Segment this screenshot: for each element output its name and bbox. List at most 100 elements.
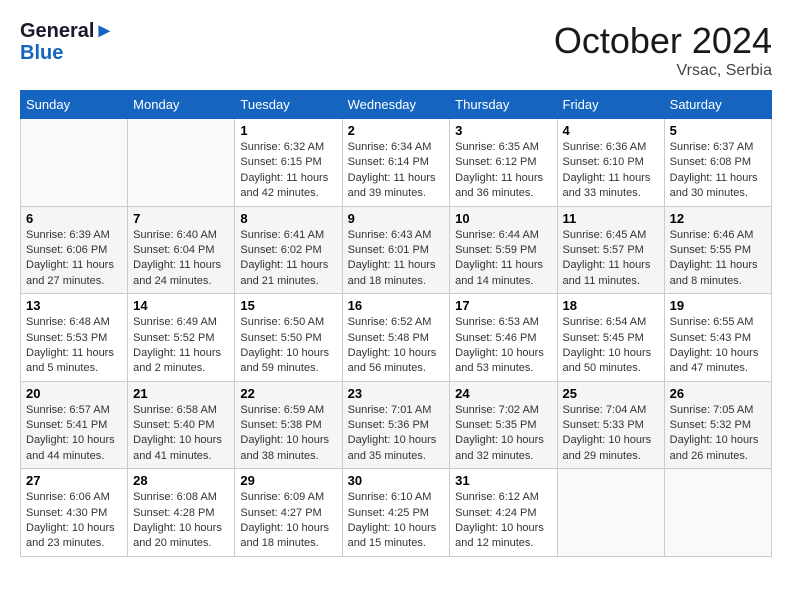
day-info: Sunrise: 6:59 AM Sunset: 5:38 PM Dayligh…	[240, 403, 336, 465]
day-number: 18	[563, 298, 659, 313]
calendar-day-cell: 29Sunrise: 6:09 AM Sunset: 4:27 PM Dayli…	[235, 469, 342, 557]
day-info: Sunrise: 6:49 AM Sunset: 5:52 PM Dayligh…	[133, 315, 229, 377]
calendar-day-cell: 19Sunrise: 6:55 AM Sunset: 5:43 PM Dayli…	[664, 294, 771, 382]
day-number: 3	[455, 123, 551, 138]
month-title: October 2024	[554, 20, 772, 62]
day-number: 31	[455, 473, 551, 488]
logo: General► Blue	[20, 20, 114, 64]
logo-text: General► Blue	[20, 20, 114, 64]
page-header: General► Blue October 2024 Vrsac, Serbia	[20, 20, 772, 80]
calendar-day-cell: 13 Sunrise: 6:48 AM Sunset: 5:53 PM Dayli…	[21, 294, 128, 382]
day-info: Sunrise: 6:43 AM Sunset: 6:01 PM Dayligh…	[348, 228, 445, 290]
calendar-week-row: 1 Sunrise: 6:32 AM Sunset: 6:15 PM Daylig…	[21, 119, 772, 207]
calendar-day-cell: 28 Sunrise: 6:08 AM Sunset: 4:28 PM Dayli…	[128, 469, 235, 557]
calendar-day-cell: 8 Sunrise: 6:41 AM Sunset: 6:02 PM Daylig…	[235, 206, 342, 294]
day-info: Sunrise: 6:46 AM Sunset: 5:55 PM Dayligh…	[670, 228, 766, 290]
calendar-day-cell: 18 Sunrise: 6:54 AM Sunset: 5:45 PM Dayli…	[557, 294, 664, 382]
calendar-day-cell: 3 Sunrise: 6:35 AM Sunset: 6:12 PM Daylig…	[450, 119, 557, 207]
day-info: Sunrise: 6:50 AM Sunset: 5:50 PM Dayligh…	[240, 315, 336, 377]
day-number: 10	[455, 211, 551, 226]
calendar-day-cell: 7 Sunrise: 6:40 AM Sunset: 6:04 PM Daylig…	[128, 206, 235, 294]
day-info: Sunrise: 6:12 AM Sunset: 4:24 PM Dayligh…	[455, 490, 551, 552]
day-info: Sunrise: 6:32 AM Sunset: 6:15 PM Dayligh…	[240, 140, 336, 202]
day-info: Sunrise: 6:10 AM Sunset: 4:25 PM Dayligh…	[348, 490, 445, 552]
day-number: 12	[670, 211, 766, 226]
calendar-day-cell: 27 Sunrise: 6:06 AM Sunset: 4:30 PM Dayli…	[21, 469, 128, 557]
day-number: 27	[26, 473, 122, 488]
day-number: 16	[348, 298, 445, 313]
calendar-day-cell: 30 Sunrise: 6:10 AM Sunset: 4:25 PM Dayli…	[342, 469, 450, 557]
calendar-day-cell: 31 Sunrise: 6:12 AM Sunset: 4:24 PM Dayli…	[450, 469, 557, 557]
calendar-week-row: 6 Sunrise: 6:39 AM Sunset: 6:06 PM Daylig…	[21, 206, 772, 294]
weekday-header-cell: Friday	[557, 91, 664, 119]
calendar-day-cell: 21 Sunrise: 6:58 AM Sunset: 5:40 PM Dayli…	[128, 381, 235, 469]
day-info: Sunrise: 6:06 AM Sunset: 4:30 PM Dayligh…	[26, 490, 122, 552]
calendar-day-cell: 22Sunrise: 6:59 AM Sunset: 5:38 PM Dayli…	[235, 381, 342, 469]
day-number: 21	[133, 386, 229, 401]
calendar-day-cell: 12 Sunrise: 6:46 AM Sunset: 5:55 PM Dayli…	[664, 206, 771, 294]
calendar-day-cell: 6 Sunrise: 6:39 AM Sunset: 6:06 PM Daylig…	[21, 206, 128, 294]
day-info: Sunrise: 6:34 AM Sunset: 6:14 PM Dayligh…	[348, 140, 445, 202]
day-number: 28	[133, 473, 229, 488]
calendar-day-cell: 16 Sunrise: 6:52 AM Sunset: 5:48 PM Dayli…	[342, 294, 450, 382]
calendar-day-cell: 11 Sunrise: 6:45 AM Sunset: 5:57 PM Dayli…	[557, 206, 664, 294]
day-info: Sunrise: 6:52 AM Sunset: 5:48 PM Dayligh…	[348, 315, 445, 377]
weekday-header-cell: Monday	[128, 91, 235, 119]
day-number: 14	[133, 298, 229, 313]
weekday-header-cell: Tuesday	[235, 91, 342, 119]
day-number: 26	[670, 386, 766, 401]
day-info: Sunrise: 6:09 AM Sunset: 4:27 PM Dayligh…	[240, 490, 336, 552]
day-info: Sunrise: 6:45 AM Sunset: 5:57 PM Dayligh…	[563, 228, 659, 290]
day-info: Sunrise: 6:58 AM Sunset: 5:40 PM Dayligh…	[133, 403, 229, 465]
day-number: 8	[240, 211, 336, 226]
day-info: Sunrise: 7:02 AM Sunset: 5:35 PM Dayligh…	[455, 403, 551, 465]
day-number: 19	[670, 298, 766, 313]
location: Vrsac, Serbia	[554, 62, 772, 80]
weekday-header-cell: Sunday	[21, 91, 128, 119]
day-info: Sunrise: 6:08 AM Sunset: 4:28 PM Dayligh…	[133, 490, 229, 552]
day-number: 30	[348, 473, 445, 488]
calendar-day-cell: 24 Sunrise: 7:02 AM Sunset: 5:35 PM Dayli…	[450, 381, 557, 469]
day-info: Sunrise: 6:40 AM Sunset: 6:04 PM Dayligh…	[133, 228, 229, 290]
weekday-header-cell: Wednesday	[342, 91, 450, 119]
calendar-table: SundayMondayTuesdayWednesdayThursdayFrid…	[20, 90, 772, 557]
day-info: Sunrise: 6:39 AM Sunset: 6:06 PM Dayligh…	[26, 228, 122, 290]
day-info: Sunrise: 6:53 AM Sunset: 5:46 PM Dayligh…	[455, 315, 551, 377]
weekday-header-cell: Saturday	[664, 91, 771, 119]
day-number: 5	[670, 123, 766, 138]
calendar-day-cell	[128, 119, 235, 207]
day-info: Sunrise: 6:35 AM Sunset: 6:12 PM Dayligh…	[455, 140, 551, 202]
calendar-day-cell: 17 Sunrise: 6:53 AM Sunset: 5:46 PM Dayli…	[450, 294, 557, 382]
calendar-day-cell: 25Sunrise: 7:04 AM Sunset: 5:33 PM Dayli…	[557, 381, 664, 469]
title-block: October 2024 Vrsac, Serbia	[554, 20, 772, 80]
day-number: 9	[348, 211, 445, 226]
day-number: 15	[240, 298, 336, 313]
day-info: Sunrise: 6:36 AM Sunset: 6:10 PM Dayligh…	[563, 140, 659, 202]
day-info: Sunrise: 6:48 AM Sunset: 5:53 PM Dayligh…	[26, 315, 122, 377]
day-number: 13	[26, 298, 122, 313]
day-info: Sunrise: 6:57 AM Sunset: 5:41 PM Dayligh…	[26, 403, 122, 465]
calendar-week-row: 27 Sunrise: 6:06 AM Sunset: 4:30 PM Dayli…	[21, 469, 772, 557]
day-info: Sunrise: 6:41 AM Sunset: 6:02 PM Dayligh…	[240, 228, 336, 290]
calendar-day-cell: 4Sunrise: 6:36 AM Sunset: 6:10 PM Daylig…	[557, 119, 664, 207]
day-info: Sunrise: 6:54 AM Sunset: 5:45 PM Dayligh…	[563, 315, 659, 377]
day-number: 11	[563, 211, 659, 226]
day-info: Sunrise: 6:37 AM Sunset: 6:08 PM Dayligh…	[670, 140, 766, 202]
calendar-body: 1 Sunrise: 6:32 AM Sunset: 6:15 PM Daylig…	[21, 119, 772, 557]
day-number: 17	[455, 298, 551, 313]
day-number: 1	[240, 123, 336, 138]
calendar-day-cell: 10Sunrise: 6:44 AM Sunset: 5:59 PM Dayli…	[450, 206, 557, 294]
calendar-day-cell: 2Sunrise: 6:34 AM Sunset: 6:14 PM Daylig…	[342, 119, 450, 207]
day-number: 7	[133, 211, 229, 226]
calendar-week-row: 13 Sunrise: 6:48 AM Sunset: 5:53 PM Dayli…	[21, 294, 772, 382]
calendar-day-cell: 15 Sunrise: 6:50 AM Sunset: 5:50 PM Dayli…	[235, 294, 342, 382]
day-number: 24	[455, 386, 551, 401]
weekday-header-cell: Thursday	[450, 91, 557, 119]
calendar-day-cell: 26Sunrise: 7:05 AM Sunset: 5:32 PM Dayli…	[664, 381, 771, 469]
calendar-day-cell	[664, 469, 771, 557]
calendar-day-cell: 14 Sunrise: 6:49 AM Sunset: 5:52 PM Dayli…	[128, 294, 235, 382]
calendar-week-row: 20Sunrise: 6:57 AM Sunset: 5:41 PM Dayli…	[21, 381, 772, 469]
day-number: 6	[26, 211, 122, 226]
calendar-day-cell: 23Sunrise: 7:01 AM Sunset: 5:36 PM Dayli…	[342, 381, 450, 469]
day-info: Sunrise: 7:01 AM Sunset: 5:36 PM Dayligh…	[348, 403, 445, 465]
